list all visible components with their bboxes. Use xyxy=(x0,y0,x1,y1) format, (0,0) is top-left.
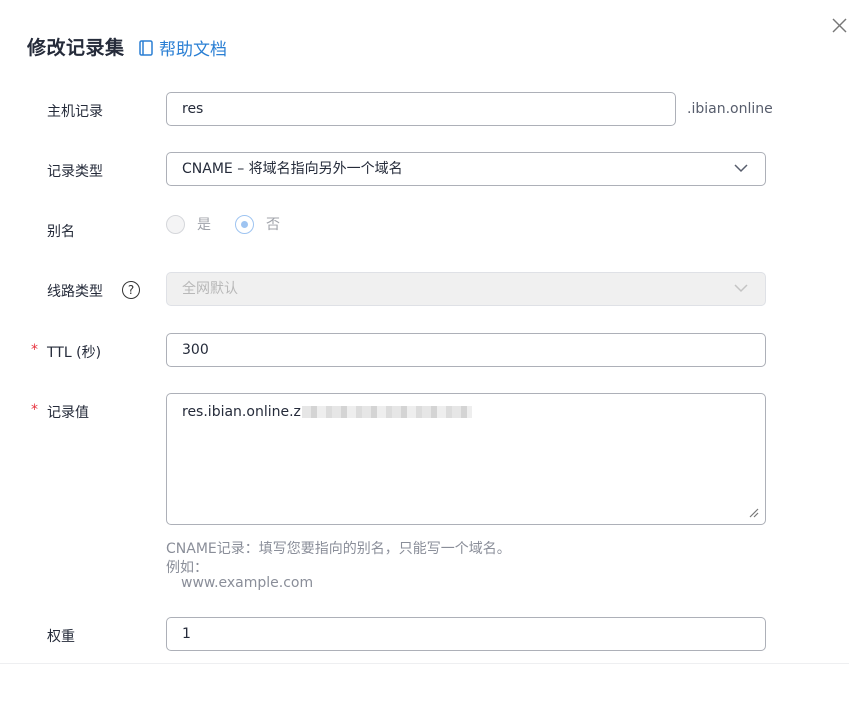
hint-example-value: www.example.com xyxy=(181,575,314,591)
radio-circle-icon xyxy=(166,214,185,234)
dialog-title: 修改记录集 xyxy=(27,37,125,59)
alias-radio-group: 是 否 xyxy=(166,214,304,234)
record-value-textarea[interactable]: res.ibian.online.z xyxy=(166,393,766,525)
close-icon xyxy=(832,18,847,33)
required-mark: * xyxy=(31,402,38,418)
alias-radio-yes[interactable]: 是 xyxy=(166,214,211,234)
required-mark: * xyxy=(31,342,38,358)
weight-input[interactable] xyxy=(166,617,766,651)
record-type-select[interactable]: CNAME – 将域名指向另外一个域名 xyxy=(166,152,766,186)
divider xyxy=(0,663,849,664)
radio-checked-icon xyxy=(235,214,254,234)
ttl-input[interactable] xyxy=(166,333,766,367)
domain-suffix: .ibian.online xyxy=(687,101,773,117)
record-type-label: 记录类型 xyxy=(47,164,103,180)
hint-text: CNAME记录：填写您要指向的别名，只能写一个域名。 xyxy=(166,541,511,557)
line-type-value: 全网默认 xyxy=(182,281,238,297)
chevron-down-icon xyxy=(734,164,748,173)
record-type-value: CNAME – 将域名指向另外一个域名 xyxy=(182,161,403,177)
alias-option-no: 否 xyxy=(266,217,280,233)
record-value-text: res.ibian.online.z xyxy=(182,404,301,420)
help-link[interactable]: 帮助文档 xyxy=(139,35,227,60)
weight-label: 权重 xyxy=(47,629,75,645)
document-icon xyxy=(139,39,153,56)
hint-example-label: 例如： xyxy=(166,560,208,576)
help-question-icon[interactable]: ? xyxy=(122,281,140,299)
host-input[interactable] xyxy=(166,92,676,126)
host-label: 主机记录 xyxy=(47,104,103,120)
line-type-label: 线路类型 xyxy=(47,284,103,300)
alias-option-yes: 是 xyxy=(197,217,211,233)
line-type-select: 全网默认 xyxy=(166,272,766,306)
redacted-text xyxy=(301,406,472,418)
alias-label: 别名 xyxy=(47,224,75,240)
help-link-label: 帮助文档 xyxy=(159,40,227,60)
close-button[interactable] xyxy=(831,17,848,34)
record-value-label: 记录值 xyxy=(47,405,89,421)
alias-radio-no[interactable]: 否 xyxy=(235,214,280,234)
ttl-label: TTL (秒) xyxy=(47,345,102,361)
resize-handle-icon[interactable] xyxy=(749,508,759,518)
chevron-down-icon xyxy=(734,284,748,293)
